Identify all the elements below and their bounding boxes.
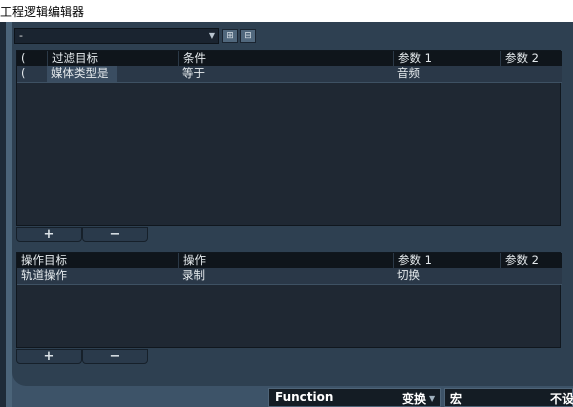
preset-value: - xyxy=(19,29,23,42)
filter-button-bar: + − xyxy=(16,227,148,242)
action-cell-param2[interactable] xyxy=(500,268,562,284)
chevron-down-icon: ▼ xyxy=(429,394,436,403)
table-row[interactable]: 轨道操作 录制 切换 xyxy=(17,268,562,285)
action-header: 操作目标 操作 参数 1 参数 2 xyxy=(17,253,562,268)
function-selector[interactable]: Function 变换 ▼ xyxy=(268,388,441,407)
action-header-param2[interactable]: 参数 2 xyxy=(500,253,562,268)
remove-preset-icon[interactable]: ⊟ xyxy=(240,29,256,43)
action-cell-param1[interactable]: 切换 xyxy=(393,268,500,284)
chevron-down-icon: ▼ xyxy=(208,31,215,40)
filter-header-param2[interactable]: 参数 2 xyxy=(500,51,562,66)
window-title: 工程逻辑编辑器 xyxy=(0,0,573,22)
editor-frame: - ▼ ⊞ ⊟ ( 过滤目标 条件 参数 1 参数 2 ( 媒体类型是 等于 音… xyxy=(0,22,573,407)
remove-action-button[interactable]: − xyxy=(82,349,148,364)
filter-header-param1[interactable]: 参数 1 xyxy=(393,51,500,66)
filter-cell-param2[interactable] xyxy=(500,66,562,82)
function-value: 变换 xyxy=(402,392,427,406)
preset-combo[interactable]: - ▼ xyxy=(14,28,219,44)
add-preset-icon[interactable]: ⊞ xyxy=(222,29,238,43)
filter-header-target[interactable]: 过滤目标 xyxy=(47,51,178,66)
function-label: Function xyxy=(275,390,334,404)
filter-cell-condition[interactable]: 等于 xyxy=(178,66,393,82)
filter-table: ( 过滤目标 条件 参数 1 参数 2 ( 媒体类型是 等于 音频 xyxy=(16,50,562,226)
filter-cell-paren[interactable]: ( xyxy=(17,66,47,82)
action-header-param1[interactable]: 参数 1 xyxy=(393,253,500,268)
filter-header-paren[interactable]: ( xyxy=(17,51,47,66)
macro-label: 宏 xyxy=(450,392,463,406)
action-header-target[interactable]: 操作目标 xyxy=(17,253,178,268)
add-filter-button[interactable]: + xyxy=(16,227,82,242)
remove-filter-button[interactable]: − xyxy=(82,227,148,242)
table-row[interactable]: ( 媒体类型是 等于 音频 xyxy=(17,66,562,83)
filter-header: ( 过滤目标 条件 参数 1 参数 2 xyxy=(17,51,562,66)
action-cell-target[interactable]: 轨道操作 xyxy=(17,268,178,284)
macro-value: 不设 xyxy=(550,392,573,406)
filter-cell-target[interactable]: 媒体类型是 xyxy=(47,66,117,82)
preset-toolbar: - ▼ ⊞ ⊟ xyxy=(14,28,561,46)
action-header-operation[interactable]: 操作 xyxy=(178,253,393,268)
action-cell-operation[interactable]: 录制 xyxy=(178,268,393,284)
filter-header-condition[interactable]: 条件 xyxy=(178,51,393,66)
filter-cell-param1[interactable]: 音频 xyxy=(393,66,500,82)
action-button-bar: + − xyxy=(16,349,148,364)
add-action-button[interactable]: + xyxy=(16,349,82,364)
macro-selector[interactable]: 宏 不设 xyxy=(444,388,573,407)
action-table: 操作目标 操作 参数 1 参数 2 轨道操作 录制 切换 xyxy=(16,252,562,348)
